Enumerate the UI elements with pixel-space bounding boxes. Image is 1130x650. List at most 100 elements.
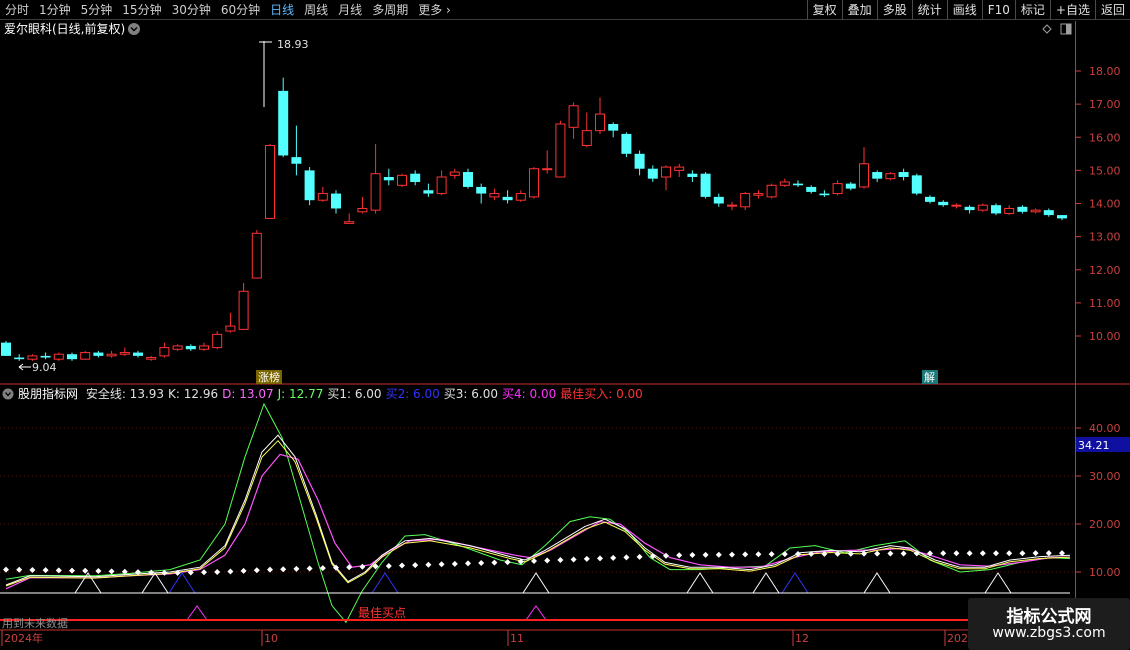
candle: [397, 173, 407, 187]
period-tab-10[interactable]: 更多 ›: [413, 0, 456, 20]
safe-line-dot: [544, 557, 551, 564]
panel-toggle-icon[interactable]: [1060, 23, 1072, 35]
tool-button-8[interactable]: 返回: [1094, 0, 1130, 20]
indicator-tick-label: 20.00: [1089, 518, 1121, 531]
candle: [819, 190, 830, 197]
candle: [1043, 208, 1054, 217]
watermark-url: www.zbgs3.com: [992, 625, 1106, 641]
safe-line-dot: [676, 552, 683, 559]
candle: [212, 331, 223, 350]
diamond-icon[interactable]: [1042, 24, 1052, 34]
safe-line-dot: [385, 562, 392, 569]
k-line-shadow: [5, 439, 1071, 587]
tool-button-0[interactable]: 复权: [806, 0, 842, 20]
safe-line-dot: [900, 550, 907, 557]
safe-line-dot: [966, 550, 973, 557]
safe-line-dot: [597, 555, 603, 562]
tool-button-6[interactable]: 标记: [1014, 0, 1050, 20]
candle: [410, 170, 421, 186]
signal-triangle: [522, 572, 550, 594]
tool-button-3[interactable]: 统计: [911, 0, 947, 20]
candle: [529, 167, 539, 199]
period-tab-9[interactable]: 多周期: [367, 0, 413, 20]
safe-line-dot: [557, 556, 564, 563]
candle: [687, 170, 698, 182]
candle: [766, 183, 777, 199]
candle: [634, 150, 645, 176]
candle: [991, 203, 1001, 216]
tool-buttons: 复权 叠加 多股 统计 画线 F10 标记 +自选 返回: [806, 0, 1130, 20]
period-tab-1[interactable]: 1分钟: [34, 0, 76, 20]
tool-button-4[interactable]: 画线: [946, 0, 982, 20]
candle: [449, 168, 460, 179]
price-tick-label: 10.00: [1089, 330, 1121, 343]
period-tab-4[interactable]: 30分钟: [167, 0, 216, 20]
candle: [977, 203, 988, 212]
safe-line-dot: [346, 564, 353, 571]
candle: [832, 180, 843, 196]
period-tab-7[interactable]: 周线: [299, 0, 333, 20]
date-label: 11: [510, 632, 524, 645]
safe-line-dot: [280, 566, 287, 573]
candle: [964, 205, 975, 214]
candle: [727, 201, 737, 211]
candle: [568, 102, 579, 139]
tool-button-2[interactable]: 多股: [876, 0, 912, 20]
period-tab-2[interactable]: 5分钟: [76, 0, 118, 20]
candle: [357, 196, 368, 214]
stock-chart[interactable]: 爱尔眼科(日线,前复权) 18.00 17.00 16.00 15.00 14.00 13…: [0, 21, 1130, 650]
signal-triangle: [168, 572, 196, 594]
limit-up-badge-label: 涨榜: [258, 370, 280, 384]
safe-line-dot: [425, 561, 432, 568]
period-tab-0[interactable]: 分时: [0, 0, 34, 20]
candle: [608, 122, 619, 138]
unlock-badge[interactable]: 解: [922, 370, 938, 384]
safe-line-dot: [359, 563, 366, 570]
candle: [621, 132, 632, 158]
period-tab-3[interactable]: 15分钟: [117, 0, 166, 20]
period-toolbar: 分时 1分钟 5分钟 15分钟 30分钟 60分钟 日线 周线 月线 多周期 更多 › 复权 叠加 多股…: [0, 0, 1130, 20]
tool-button-7[interactable]: +自选: [1049, 0, 1095, 20]
candle: [911, 173, 922, 196]
candle: [845, 181, 856, 191]
period-tab-6[interactable]: 日线: [265, 0, 299, 20]
safe-line-dot: [610, 554, 617, 561]
indicator-menu-icon[interactable]: [2, 388, 14, 400]
safe-line-dot: [874, 550, 881, 557]
limit-up-badge[interactable]: 涨榜: [256, 370, 282, 384]
safe-line-dot: [16, 566, 23, 573]
candle: [542, 150, 553, 174]
safe-line-dot: [1045, 550, 1052, 557]
candle: [1030, 208, 1041, 214]
signal-triangle: [186, 605, 208, 621]
candle: [185, 344, 196, 351]
safe-line-dot: [729, 551, 735, 558]
safe-line-dot: [755, 551, 762, 558]
price-tick-label: 12.00: [1089, 264, 1121, 277]
tool-button-1[interactable]: 叠加: [841, 0, 877, 20]
safe-line-dot: [570, 556, 577, 563]
period-tab-5[interactable]: 60分钟: [216, 0, 265, 20]
candle: [938, 200, 949, 207]
price-y-axis: 18.00 17.00 16.00 15.00 14.00 13.00 12.00 11.00…: [1075, 65, 1121, 343]
tool-button-5[interactable]: F10: [981, 0, 1015, 20]
safe-line-dot: [702, 551, 709, 558]
period-tab-8[interactable]: 月线: [333, 0, 367, 20]
safe-line-dot: [504, 559, 511, 566]
safe-line-dot: [412, 562, 419, 569]
safe-line-dot: [953, 550, 960, 557]
safe-line-dot: [1006, 550, 1013, 557]
panel-menu-icon[interactable]: [128, 23, 140, 35]
safe-line-dot: [887, 550, 894, 557]
candle: [27, 354, 38, 361]
safe-line-dot: [742, 551, 749, 558]
candle: [317, 186, 328, 202]
candle: [595, 97, 605, 134]
candle: [344, 213, 355, 224]
candle: [1004, 205, 1015, 216]
indicator-tick-label: 40.00: [1089, 422, 1121, 435]
safe-line-dot: [768, 551, 775, 558]
candle: [199, 342, 209, 351]
safe-line-dot: [227, 568, 234, 575]
candle: [146, 355, 157, 361]
